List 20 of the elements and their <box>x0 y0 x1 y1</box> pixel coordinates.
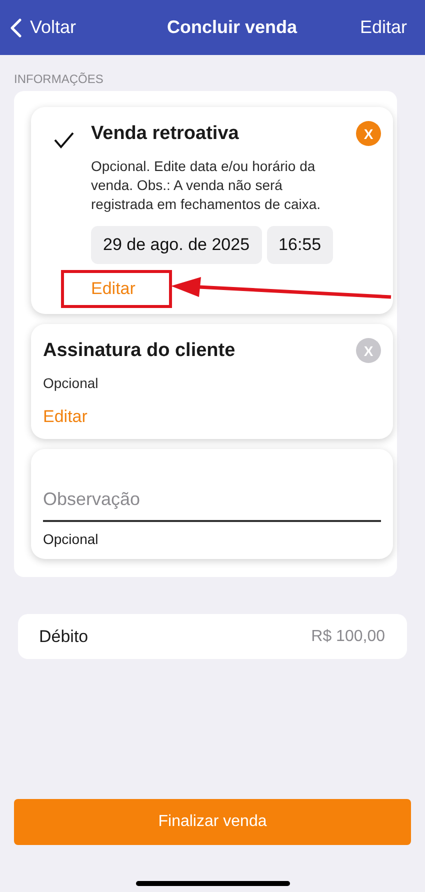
section-label: INFORMAÇÕES <box>13 71 104 88</box>
edit-link[interactable]: Editar <box>91 279 136 299</box>
edit-button[interactable]: Editar <box>360 17 407 38</box>
close-button[interactable]: X <box>356 121 381 146</box>
date-time-chip[interactable]: 16:55 <box>266 226 334 264</box>
payment-method: Débito <box>39 626 88 646</box>
finish-sale-button[interactable]: Finalizar venda <box>14 799 411 845</box>
close-button[interactable]: X <box>356 338 381 363</box>
option-description: Opcional. Edite data e/ou horário da venda. Obs.: A venda não será registrada em fechamentos de caixa. <box>91 157 322 214</box>
field-hint: Opcional <box>43 531 100 547</box>
back-chevron-icon <box>10 18 22 38</box>
option-description: Opcional <box>43 374 100 393</box>
option-title: Assinatura do cliente <box>43 340 236 362</box>
observation-field[interactable]: Observação <box>43 489 381 522</box>
payment-amount: R$ 100,00 <box>311 628 385 646</box>
date-time-chip[interactable]: 29 de ago. de 2025 <box>91 226 262 264</box>
back-button[interactable]: Voltar <box>10 17 76 38</box>
edit-link[interactable]: Editar <box>43 407 88 427</box>
option-title: Venda retroativa <box>91 122 239 144</box>
screen-title: Concluir venda <box>166 17 298 38</box>
